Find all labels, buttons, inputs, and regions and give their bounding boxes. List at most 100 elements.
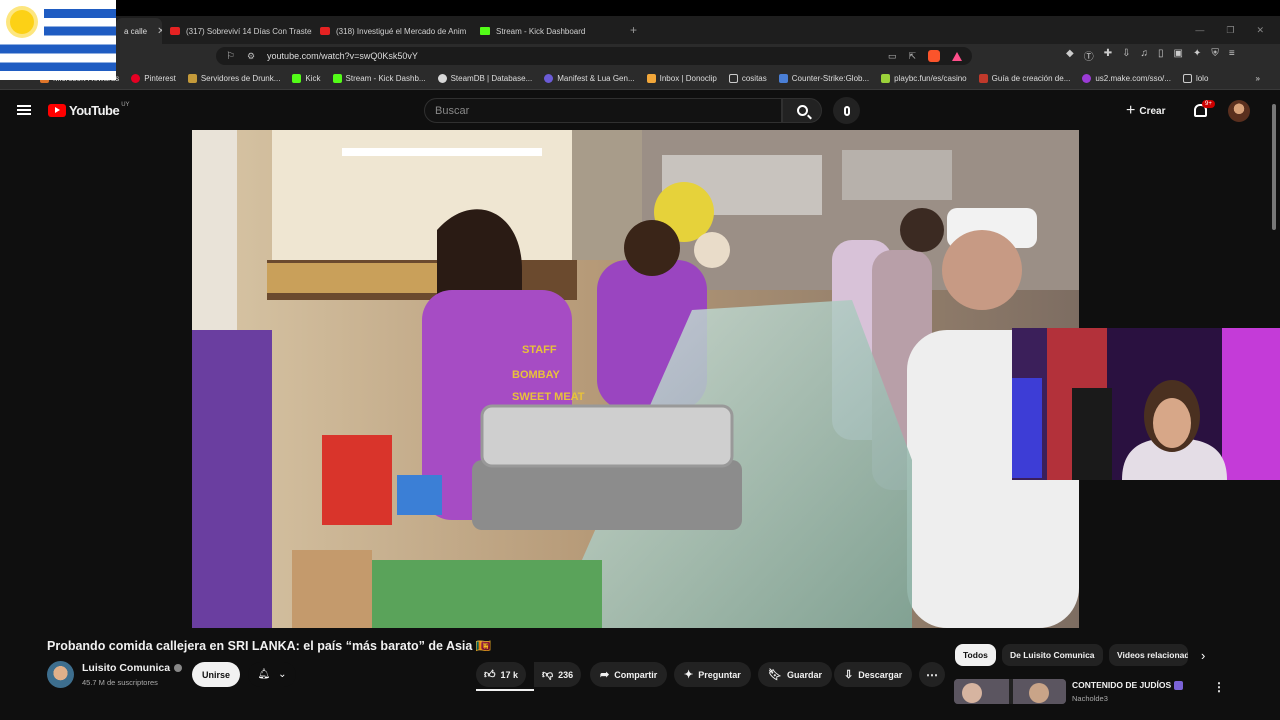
more-actions-button[interactable]: ⋯: [919, 662, 945, 687]
bookmark-favicon-icon: [646, 74, 656, 83]
bookmark-item[interactable]: Guía de creación de...: [978, 74, 1071, 83]
brave-shield-icon[interactable]: [928, 50, 940, 62]
join-button[interactable]: Unirse: [192, 662, 240, 687]
bookmark-label: cositas: [741, 74, 767, 83]
shirt-text-line1: STAFF: [522, 344, 557, 356]
notification-badge: 9+: [1202, 100, 1215, 108]
like-count: 17 k: [500, 669, 519, 680]
tab-label: a calle: [124, 26, 148, 36]
bookmark-icon: 🔖︎: [768, 669, 782, 681]
account-avatar[interactable]: [1228, 100, 1250, 122]
channel-avatar[interactable]: [47, 661, 74, 688]
plus-icon: +: [1126, 102, 1136, 119]
bookmark-label: playbc.fun/es/casino: [894, 74, 967, 83]
create-label: Crear: [1139, 105, 1166, 117]
search-icon: [796, 105, 808, 116]
related-video-title[interactable]: CONTENIDO DE JUDÍOS: [1072, 680, 1184, 691]
bookmark-item[interactable]: us2.make.com/sso/...: [1082, 74, 1171, 83]
address-bar[interactable]: ⚐ ⚙ youtube.com/watch?v=swQ0Ksk50vY ▭ ⇱: [216, 47, 972, 65]
download-icon[interactable]: ⇩: [1122, 48, 1130, 63]
bookmark-label: Guía de creación de...: [991, 74, 1071, 83]
vpn-icon[interactable]: ⛨: [1211, 48, 1219, 63]
new-tab-button[interactable]: +: [630, 23, 637, 37]
bookmark-item[interactable]: SteamDB | Database...: [437, 74, 532, 83]
chevron-right-icon[interactable]: ›: [1201, 648, 1205, 663]
share-icon[interactable]: ⇱: [908, 51, 916, 62]
subscription-bell-button[interactable]: 🔔︎ ⌄: [248, 662, 296, 687]
bookmark-item[interactable]: Pinterest: [131, 74, 176, 83]
browser-tab-bar: a calle ✕ (317) Sobreviví 14 Días Con Tr…: [0, 16, 1280, 44]
bookmark-item[interactable]: Manifest & Lua Gen...: [544, 74, 635, 83]
download-label: Descargar: [858, 669, 903, 680]
related-video-thumbnail[interactable]: [954, 679, 1066, 704]
tab-active[interactable]: a calle ✕: [116, 18, 162, 44]
related-thumbnail-scene: [954, 679, 1066, 704]
video-title: Probando comida callejera en SRI LANKA: …: [47, 639, 492, 653]
bookmark-item[interactable]: Inbox | Donoclip: [646, 74, 717, 83]
folder-icon: [1182, 74, 1192, 83]
youtube-play-icon: [48, 104, 66, 117]
chip-todos[interactable]: Todos: [955, 644, 996, 666]
like-ratio-bar: [476, 689, 534, 691]
ask-label: Preguntar: [698, 669, 741, 680]
save-button[interactable]: 🔖︎ Guardar: [758, 662, 832, 687]
site-info-icon[interactable]: ⚙: [247, 51, 255, 62]
video-player[interactable]: STAFF BOMBAY SWEET MEAT: [192, 130, 1079, 628]
dislike-button[interactable]: 👎︎ 236: [534, 662, 582, 687]
ask-button[interactable]: ✦ Preguntar: [674, 662, 751, 687]
country-code: UY: [121, 101, 130, 108]
bookmark-item[interactable]: cositas: [728, 74, 767, 83]
bookmark-item[interactable]: Counter-Strike:Glob...: [778, 74, 870, 83]
search-button[interactable]: [782, 98, 822, 123]
create-button[interactable]: + Crear: [1126, 102, 1165, 120]
bookmark-label: Inbox | Donoclip: [659, 74, 717, 83]
hamburger-menu-icon[interactable]: [17, 105, 31, 115]
related-channel-name[interactable]: Nacholde3: [1072, 694, 1108, 703]
menu-icon[interactable]: ≡: [1229, 48, 1235, 63]
bookmark-item[interactable]: Servidores de Drunk...: [187, 74, 280, 83]
rewards-icon[interactable]: [952, 51, 962, 61]
share-arrow-icon: ➦: [600, 669, 610, 681]
share-button[interactable]: ➦ Compartir: [590, 662, 668, 687]
extension-icon[interactable]: ◆: [1066, 48, 1074, 63]
bookmarks-overflow[interactable]: »: [1256, 74, 1260, 83]
tab-kick[interactable]: Stream - Kick Dashboard: [472, 18, 622, 44]
bookmark-label: us2.make.com/sso/...: [1095, 74, 1171, 83]
maximize-icon[interactable]: ❐: [1226, 25, 1234, 36]
tab-youtube-1[interactable]: (317) Sobreviví 14 Días Con Trasteros: [162, 18, 312, 44]
pinterest-icon: [131, 74, 141, 83]
save-label: Guardar: [786, 669, 822, 680]
bookmark-favicon-icon: [978, 74, 988, 83]
minimize-icon[interactable]: —: [1195, 25, 1204, 36]
download-button[interactable]: ⇩ Descargar: [834, 662, 913, 687]
close-window-icon[interactable]: ✕: [1256, 25, 1264, 36]
chip-channel[interactable]: De Luisito Comunica: [1002, 644, 1103, 666]
bookmark-item[interactable]: Stream - Kick Dashb...: [332, 74, 426, 83]
thumbs-down-icon: 👎︎: [542, 669, 554, 681]
screen-icon[interactable]: ▭: [888, 51, 897, 62]
related-more-icon[interactable]: ⋮: [1213, 680, 1225, 694]
bookmark-favicon-icon: [187, 74, 197, 83]
kick-icon: [292, 74, 302, 83]
wallet-icon[interactable]: ▣: [1174, 48, 1183, 63]
youtube-logo[interactable]: YouTube UY: [48, 101, 130, 118]
leo-icon[interactable]: ✦: [1193, 48, 1201, 63]
badge-icon: [1174, 681, 1184, 691]
bookmark-item[interactable]: Kick: [292, 74, 321, 83]
like-button[interactable]: 👍︎ 17 k: [476, 662, 527, 687]
bookmark-item[interactable]: lolo: [1182, 74, 1208, 83]
music-icon[interactable]: ♫: [1140, 48, 1148, 63]
channel-name[interactable]: Luisito Comunica: [82, 662, 183, 674]
bookmark-item[interactable]: playbc.fun/es/casino: [881, 74, 967, 83]
sidebar-icon[interactable]: ▯: [1158, 48, 1164, 63]
chip-related[interactable]: Videos relacionados: [1109, 644, 1188, 666]
voice-search-button[interactable]: [833, 97, 860, 124]
bookmark-icon[interactable]: ⚐: [226, 51, 235, 62]
sparkle-icon: ✦: [684, 669, 694, 681]
puzzle-icon[interactable]: ✚: [1104, 48, 1112, 63]
tab-youtube-2[interactable]: (318) Investigué el Mercado de Anim: [312, 18, 472, 44]
scrollbar-thumb[interactable]: [1272, 104, 1276, 230]
translate-icon[interactable]: Ⓣ: [1084, 48, 1094, 63]
bookmark-label: Counter-Strike:Glob...: [791, 74, 870, 83]
search-input[interactable]: Buscar: [424, 98, 782, 123]
